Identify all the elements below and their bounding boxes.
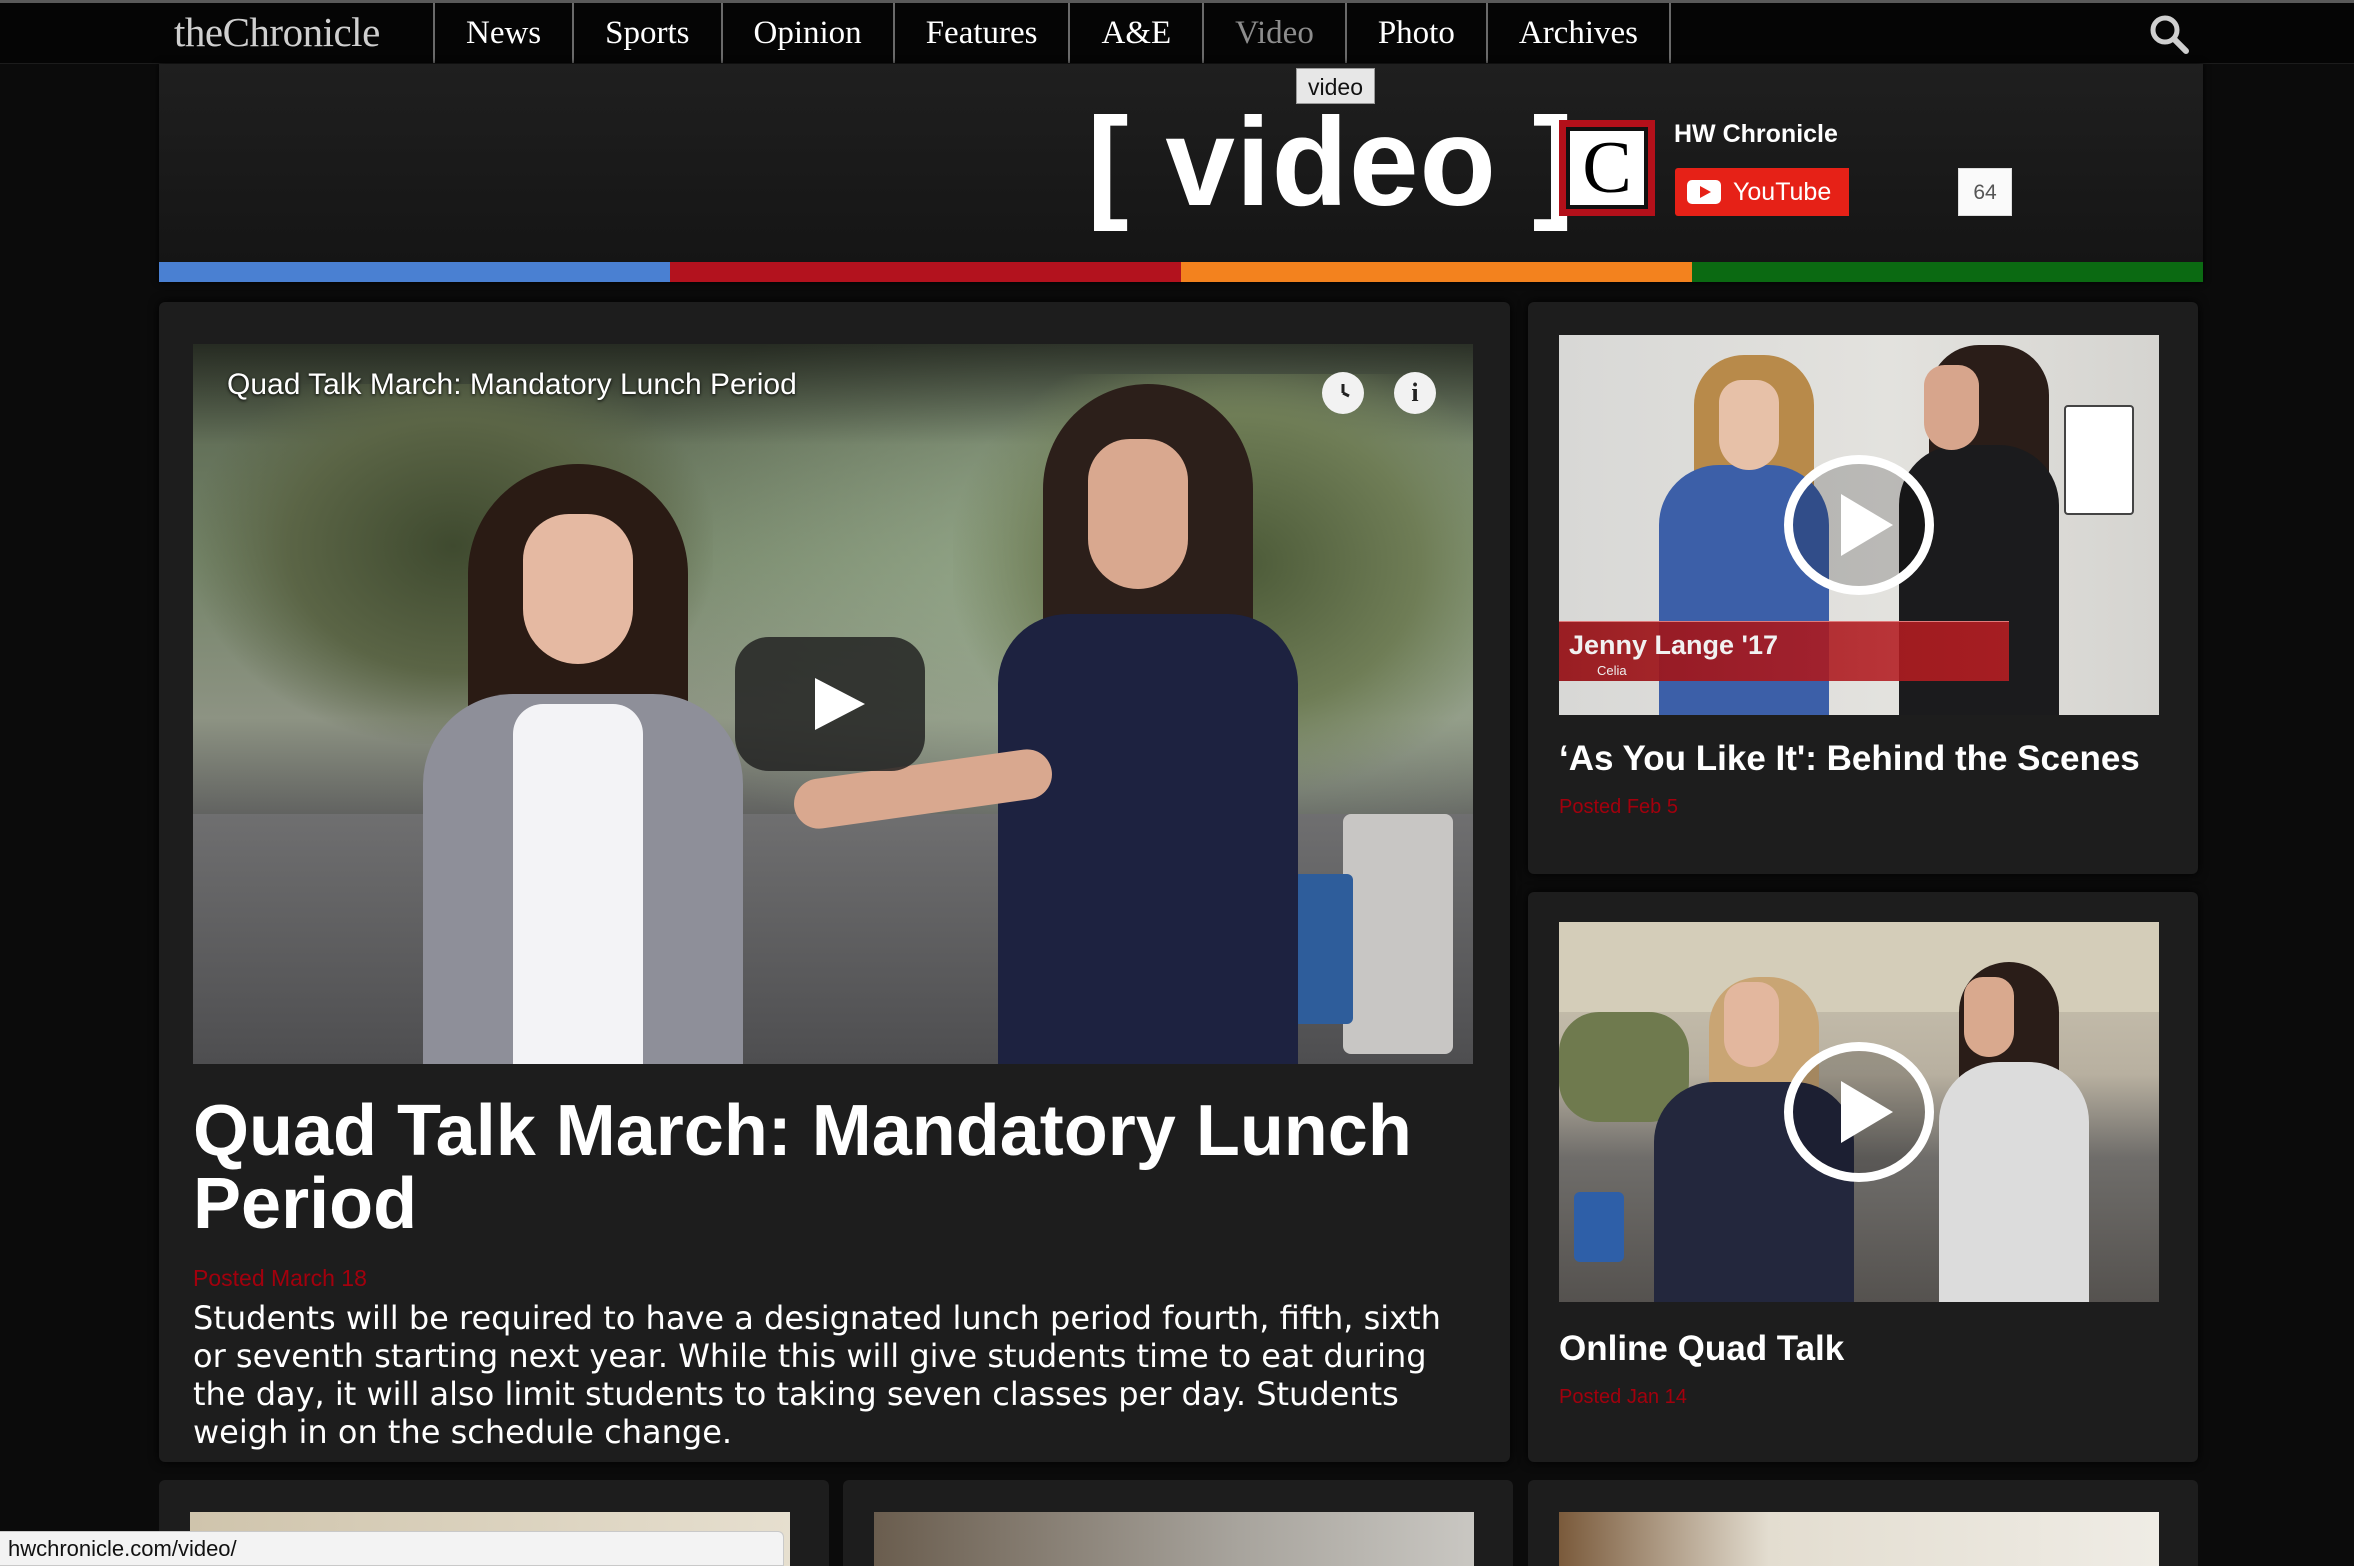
nav-item-features[interactable]: Features (895, 3, 1071, 63)
color-bar-orange (1181, 262, 1692, 282)
channel-logo[interactable]: C (1559, 120, 1655, 216)
featured-headline[interactable]: Quad Talk March: Mandatory Lunch Period (193, 1095, 1483, 1241)
youtube-play-icon (1687, 180, 1721, 204)
play-circle-icon[interactable] (1784, 455, 1934, 595)
video-thumbnail[interactable]: Jenny Lange '17 Celia (1559, 335, 2159, 715)
nav-item-opinion[interactable]: Opinion (723, 3, 895, 63)
featured-posted-date: Posted March 18 (193, 1265, 367, 1291)
channel-name[interactable]: HW Chronicle (1674, 120, 1838, 149)
info-icon[interactable]: i (1394, 372, 1436, 414)
lower-third-role: Celia (1597, 663, 1627, 678)
lower-third-caption: Jenny Lange '17 Celia (1559, 621, 2009, 681)
video-player[interactable]: Quad Talk March: Mandatory Lunch Period … (193, 344, 1473, 1064)
color-bar (159, 262, 2203, 282)
top-nav: theChronicle News Sports Opinion Feature… (0, 0, 2354, 64)
watch-later-icon[interactable] (1322, 372, 1364, 414)
video-frame-interviewer (790, 384, 1323, 1064)
video-card (1528, 1480, 2198, 1566)
search-icon[interactable] (2148, 13, 2190, 55)
player-title[interactable]: Quad Talk March: Mandatory Lunch Period (227, 368, 797, 402)
nav-item-photo[interactable]: Photo (1347, 3, 1488, 63)
video-posted-date: Posted Jan 14 (1559, 1386, 1687, 1408)
featured-video-card: Quad Talk March: Mandatory Lunch Period … (159, 302, 1510, 1462)
section-title: [ video ] (1087, 93, 1576, 232)
video-thumbnail[interactable] (874, 1512, 1474, 1566)
nav-item-sports[interactable]: Sports (574, 3, 723, 63)
video-posted-date: Posted Feb 5 (1559, 796, 1678, 818)
video-thumbnail[interactable] (1559, 1512, 2159, 1566)
youtube-subscribe-button[interactable]: YouTube (1675, 168, 1850, 216)
video-title[interactable]: Online Quad Talk (1559, 1329, 1844, 1369)
video-frame-bin (1574, 1192, 1624, 1262)
color-bar-blue (159, 262, 670, 282)
nav-menu: News Sports Opinion Features A&E Video P… (433, 3, 1671, 63)
video-thumbnail[interactable] (1559, 922, 2159, 1302)
video-frame-trash-can (1343, 814, 1453, 1054)
status-bar-url: hwchronicle.com/video/ (0, 1531, 784, 1566)
youtube-button-label: YouTube (1733, 177, 1832, 206)
featured-description: Students will be required to have a desi… (193, 1299, 1441, 1451)
play-circle-icon[interactable] (1784, 1042, 1934, 1182)
video-frame-interviewee (413, 464, 743, 1064)
nav-item-news[interactable]: News (435, 3, 575, 63)
nav-tooltip: video (1296, 68, 1375, 104)
nav-item-video[interactable]: Video (1204, 3, 1347, 63)
video-frame-poster (2064, 405, 2134, 515)
play-button[interactable] (735, 637, 925, 771)
video-card: Jenny Lange '17 Celia ‘As You Like It': … (1528, 302, 2198, 874)
subscriber-count: 64 (1958, 168, 2012, 216)
color-bar-green (1692, 262, 2203, 282)
color-bar-red (670, 262, 1181, 282)
section-header: [ video ] C HW Chronicle YouTube 64 (159, 64, 2203, 282)
lower-third-name: Jenny Lange '17 (1569, 630, 1778, 660)
video-card (843, 1480, 1513, 1566)
nav-item-ae[interactable]: A&E (1070, 3, 1205, 63)
video-title[interactable]: ‘As You Like It': Behind the Scenes (1559, 739, 2140, 779)
video-frame-building (1559, 922, 2159, 1012)
channel-logo-letter: C (1566, 127, 1648, 209)
nav-item-archives[interactable]: Archives (1488, 3, 1671, 63)
video-card: Online Quad Talk Posted Jan 14 (1528, 892, 2198, 1462)
site-logo[interactable]: theChronicle (174, 8, 380, 56)
